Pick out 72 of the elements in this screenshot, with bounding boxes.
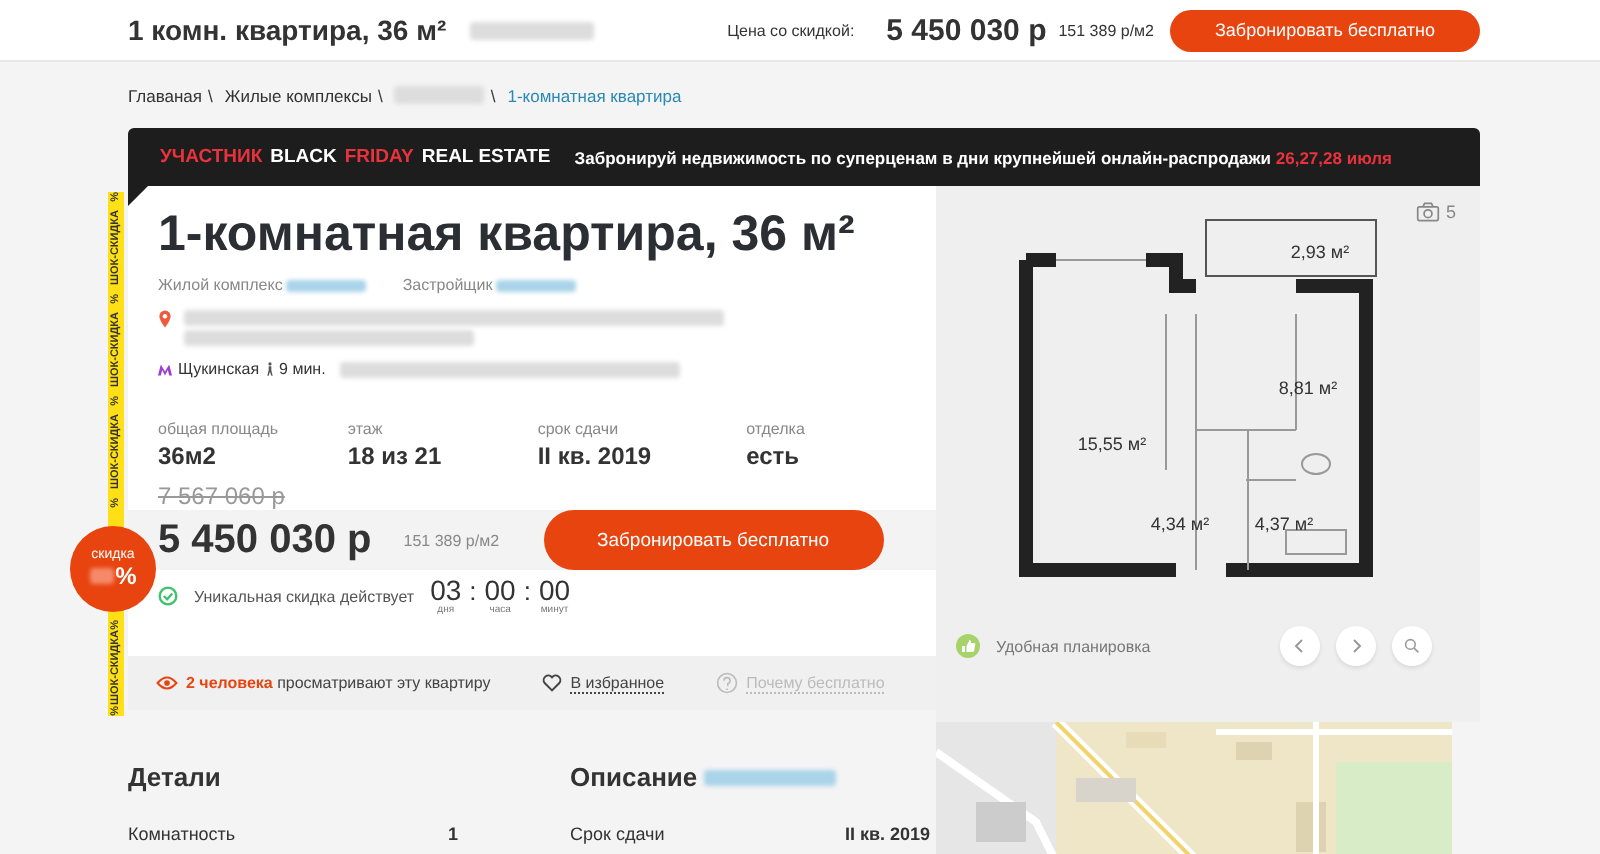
room-area-label: 8,81 м² xyxy=(1278,378,1338,398)
room-area-label: 4,37 м² xyxy=(1254,514,1314,534)
page-title: 1 комн. квартира, 36 м² xyxy=(128,14,447,46)
room-area-label: 2,93 м² xyxy=(1290,242,1350,262)
zoom-button[interactable] xyxy=(1392,626,1432,666)
thumbs-up-icon xyxy=(956,634,980,658)
room-area-label: 4,34 м² xyxy=(1150,514,1210,534)
spec-label: срок сдачи xyxy=(537,420,621,438)
promo-tag: BLACK xyxy=(270,146,337,168)
section-heading: Детали xyxy=(128,762,223,792)
check-circle-icon xyxy=(158,586,178,606)
percent-sign: % xyxy=(115,562,137,590)
location-pin-icon xyxy=(158,310,172,328)
book-button[interactable]: Забронировать бесплатно xyxy=(543,510,884,570)
walking-icon xyxy=(265,362,274,376)
developer-label: Застройщик xyxy=(402,276,493,294)
favorite-link[interactable]: В избранное xyxy=(570,673,665,693)
old-price: 7 567 060 р xyxy=(158,482,287,510)
promo-tag: REAL ESTATE xyxy=(421,146,551,168)
breadcrumb-link[interactable]: 1-комнатная квартира xyxy=(507,85,682,105)
price-per-m2: 151 389 р/м2 xyxy=(403,531,500,549)
breadcrumb-separator: \ xyxy=(377,85,383,105)
chevron-left-icon xyxy=(1292,638,1308,654)
promo-tag: УЧАСТНИК xyxy=(160,146,263,168)
room-area-label: 15,55 м² xyxy=(1077,434,1147,454)
heart-icon xyxy=(542,674,563,692)
spec-value: 36м2 xyxy=(158,442,218,470)
breadcrumb-separator: \ xyxy=(490,85,496,105)
spec-value: 18 из 21 xyxy=(347,442,444,470)
spec-value: есть xyxy=(746,442,802,470)
breadcrumb-link[interactable]: Жилые комплексы xyxy=(224,85,372,105)
price: 5 450 030 р xyxy=(158,517,372,563)
breadcrumb-separator: \ xyxy=(207,85,213,105)
search-icon xyxy=(1404,638,1420,654)
price: 5 450 030 р xyxy=(886,13,1047,47)
timer-value: 00 xyxy=(484,576,516,604)
viewers-text: 2 человека просматривают эту квартиру xyxy=(186,674,491,692)
timer-label: Уникальная скидка действует xyxy=(194,587,415,605)
spec-value: II кв. 2019 xyxy=(537,442,654,470)
timer-value: 03 xyxy=(430,576,462,604)
complex-label: Жилой комплекс xyxy=(158,276,283,294)
spec-label: этаж xyxy=(347,420,385,438)
eye-icon xyxy=(156,676,178,690)
photo-count: 5 xyxy=(1445,202,1456,222)
listing-title: 1-комнатная квартира, 36 м² xyxy=(158,206,857,264)
spec-label: общая площадь xyxy=(158,420,281,438)
spec-label: отделка xyxy=(746,420,807,438)
timer-separator: : xyxy=(523,576,531,606)
walk-time: 9 мин. xyxy=(279,360,326,378)
detail-label: Комнатность xyxy=(128,824,236,844)
timer-value: 00 xyxy=(538,576,571,604)
next-button[interactable] xyxy=(1336,626,1376,666)
detail-value: 1 xyxy=(447,824,458,844)
section-heading: Описание xyxy=(570,762,698,792)
chevron-right-icon xyxy=(1348,638,1364,654)
timer-separator: : xyxy=(469,576,477,606)
help-icon xyxy=(716,672,739,694)
blurred-text xyxy=(89,568,114,584)
promo-tag: FRIDAY xyxy=(344,146,414,168)
metro-station: Щукинская xyxy=(178,360,260,378)
price-per-m2: 151 389 р/м2 xyxy=(1058,21,1154,39)
breadcrumb-link[interactable]: Главаная xyxy=(128,85,202,105)
detail-value: II кв. 2019 xyxy=(844,824,930,844)
price-label: Цена со скидкой: xyxy=(727,21,855,39)
feature-label: Удобная планировка xyxy=(996,637,1151,655)
previous-button[interactable] xyxy=(1280,626,1320,666)
book-button[interactable]: Забронировать бесплатно xyxy=(1170,9,1480,51)
metro-icon xyxy=(158,363,172,375)
detail-label: Срок сдачи xyxy=(570,824,665,844)
blurred-text xyxy=(470,21,595,39)
camera-icon xyxy=(1415,202,1440,222)
promo-text: Забронируй недвижимость по суперценам в дни крупнейшей онлайн-распродажи 26,27,28 июля xyxy=(574,147,1392,167)
